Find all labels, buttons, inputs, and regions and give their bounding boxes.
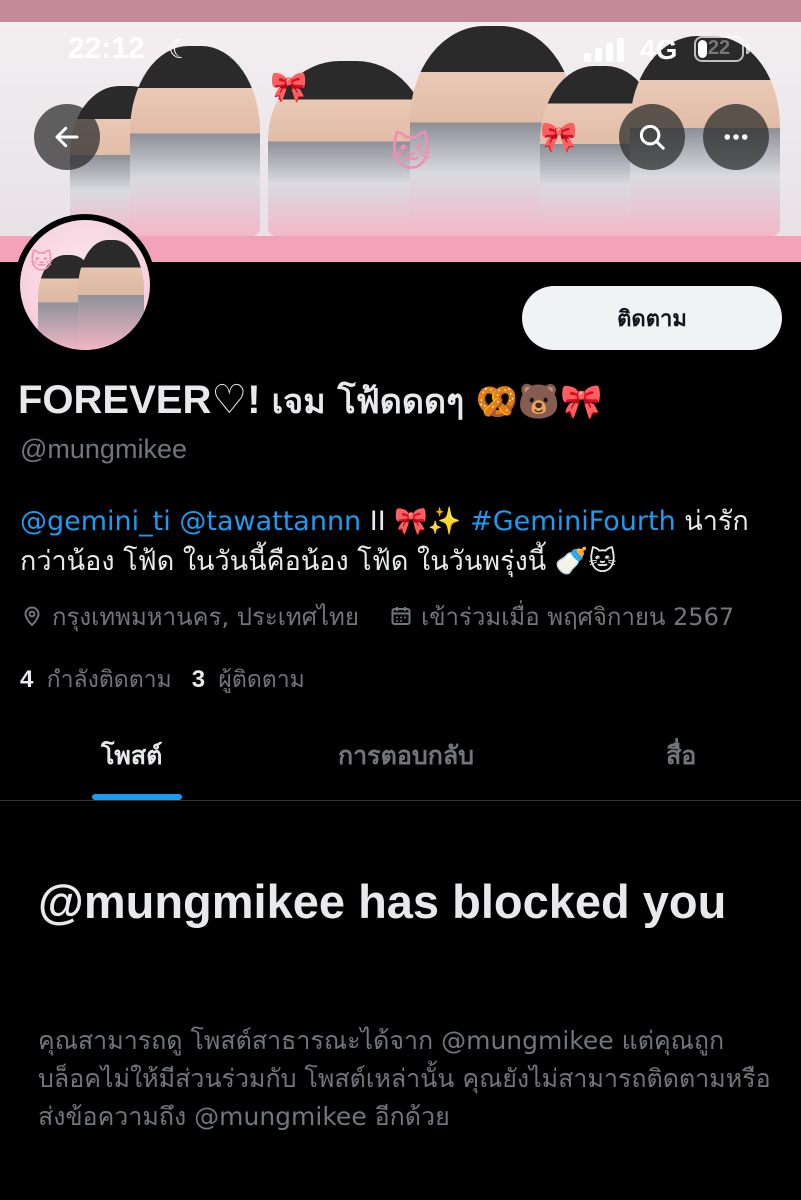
cat-decoration-icon: 🐱 [390,130,432,176]
followers-count: 3 [191,666,206,693]
back-button[interactable] [34,104,100,170]
blocked-notice-body: คุณสามารถดู โพสต์สาธารณะได้จาก @mungmike… [38,1026,771,1131]
bio-separator: II 🎀✨ [369,506,462,537]
followers-label: ผู้ติดตาม [218,667,305,693]
following-stat[interactable]: 4 กำลังติดตาม [20,662,172,698]
arrow-left-icon [55,126,79,148]
display-name-thai: เจม โฟ้ดดดๆ [271,382,465,422]
do-not-disturb-moon-icon: ☾ [168,34,192,64]
profile-location: กรุงเทพมหานคร, ประเทศไทย [20,597,359,636]
display-name-latin: FOREVER♡! [18,378,261,422]
bio-mention-link[interactable]: @tawattannn [179,506,361,537]
more-horizontal-icon [724,134,748,140]
follow-button[interactable]: ติดตาม [522,286,782,350]
active-tab-indicator [92,794,182,800]
status-bar: 22:12 ☾ 4G 22 [0,30,801,70]
more-options-button[interactable] [703,104,769,170]
profile-avatar[interactable]: 🐱 [14,214,156,356]
following-label: กำลังติดตาม [46,667,172,693]
display-name: FOREVER♡! เจม โฟ้ดดดๆ 🥨🐻🎀 [18,374,602,428]
tab-posts[interactable]: โพสต์ [101,736,162,776]
avatar-image: 🐱 [20,220,150,350]
battery-percentage: 22 [707,37,731,59]
search-icon [639,124,665,150]
battery-tip [746,44,750,54]
cat-decoration-icon: 🐱 [30,250,53,275]
follow-stats: 4 กำลังติดตาม 3 ผู้ติดตาม [20,662,305,698]
calendar-icon [391,607,411,625]
bow-decoration-icon: 🎀 [540,120,578,155]
search-button[interactable] [619,104,685,170]
followers-stat[interactable]: 3 ผู้ติดตาม [192,662,305,698]
profile-joined-date: เข้าร่วมเมื่อ พฤศจิกายน 2567 [389,597,734,636]
bow-decoration-icon: 🎀 [270,70,308,105]
avatar-figure [78,240,144,350]
profile-meta: กรุงเทพมหานคร, ประเทศไทย เข้าร่วมเมื่อ พ… [20,598,734,634]
status-time: 22:12 [68,32,145,65]
battery-icon: 22 [694,36,744,62]
network-type: 4G [640,34,678,65]
display-name-emoji: 🥨🐻🎀 [475,382,603,422]
profile-handle: @mungmikee [20,434,187,464]
banner-figure [130,46,260,236]
profile-bio: @gemini_ti @tawattannn II 🎀✨ #GeminiFour… [20,502,780,582]
signal-strength-icon [584,36,628,62]
bio-mention-link[interactable]: @gemini_ti [20,506,171,537]
blocked-notice-title: @mungmikee has blocked you [38,875,727,928]
tab-media[interactable]: สื่อ [666,736,696,776]
tab-replies[interactable]: การตอบกลับ [338,736,474,776]
profile-tabs: โพสต์ การตอบกลับ สื่อ [0,714,801,801]
joined-text: เข้าร่วมเมื่อ พฤศจิกายน 2567 [420,602,735,631]
location-text: กรุงเทพมหานคร, ประเทศไทย [52,602,359,631]
bio-hashtag-link[interactable]: #GeminiFourth [470,506,676,537]
location-pin-icon [24,606,40,627]
following-count: 4 [20,666,34,693]
